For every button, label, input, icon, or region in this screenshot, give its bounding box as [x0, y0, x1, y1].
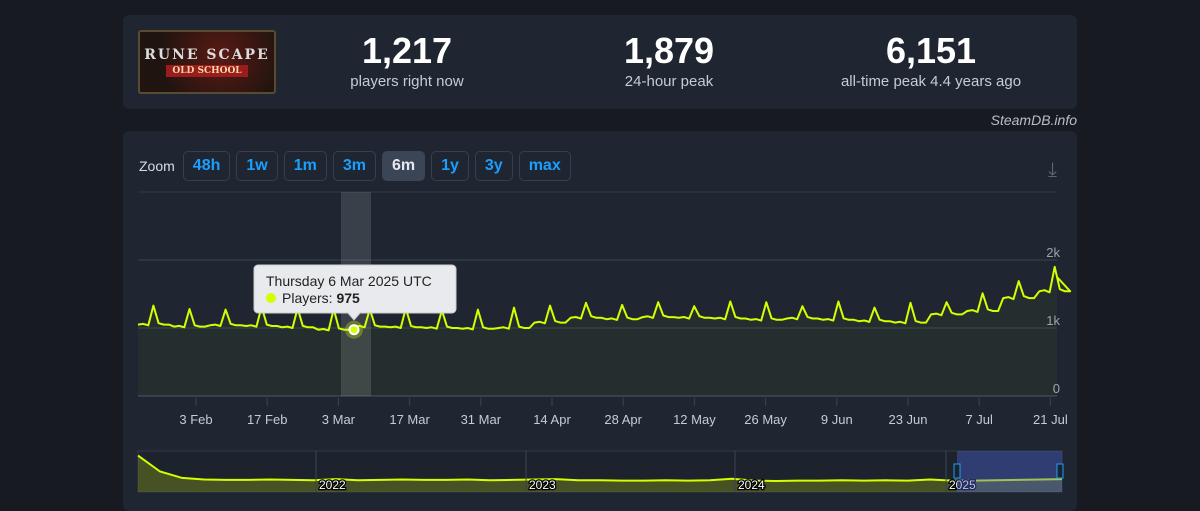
- x-tick-label: 7 Jul: [965, 412, 993, 427]
- x-tick-label: 17 Mar: [389, 412, 430, 427]
- x-tick-label: 3 Feb: [179, 412, 212, 427]
- x-tick-label: 14 Apr: [533, 412, 571, 427]
- tooltip-series-dot: [266, 293, 276, 303]
- x-tick-label: 23 Jun: [888, 412, 927, 427]
- navigator-handle[interactable]: [1056, 463, 1064, 479]
- y-tick-label: 2k: [1046, 245, 1060, 260]
- x-tick-label: 31 Mar: [461, 412, 502, 427]
- x-tick-label: 3 Mar: [322, 412, 356, 427]
- tooltip-value: 975: [336, 290, 360, 306]
- player-chart[interactable]: 01k2k3 Feb17 Feb3 Mar17 Mar31 Mar14 Apr2…: [0, 0, 1200, 501]
- x-tick-label: 26 May: [744, 412, 787, 427]
- x-tick-label: 17 Feb: [247, 412, 287, 427]
- x-tick-label: 28 Apr: [604, 412, 642, 427]
- x-tick-label: 21 Jul: [1033, 412, 1068, 427]
- navigator-handle[interactable]: [953, 463, 961, 479]
- tooltip-title: Thursday 6 Mar 2025 UTC: [266, 273, 432, 289]
- navigator-year-label: 2022: [319, 478, 346, 492]
- navigator-selection[interactable]: [957, 451, 1062, 492]
- x-tick-label: 12 May: [673, 412, 716, 427]
- navigator-year-label: 2023: [529, 478, 556, 492]
- navigator-year-label: 2024: [738, 478, 765, 492]
- hover-point: [348, 324, 360, 336]
- tooltip-series-label: Players: 975: [282, 290, 360, 306]
- x-tick-label: 9 Jun: [821, 412, 853, 427]
